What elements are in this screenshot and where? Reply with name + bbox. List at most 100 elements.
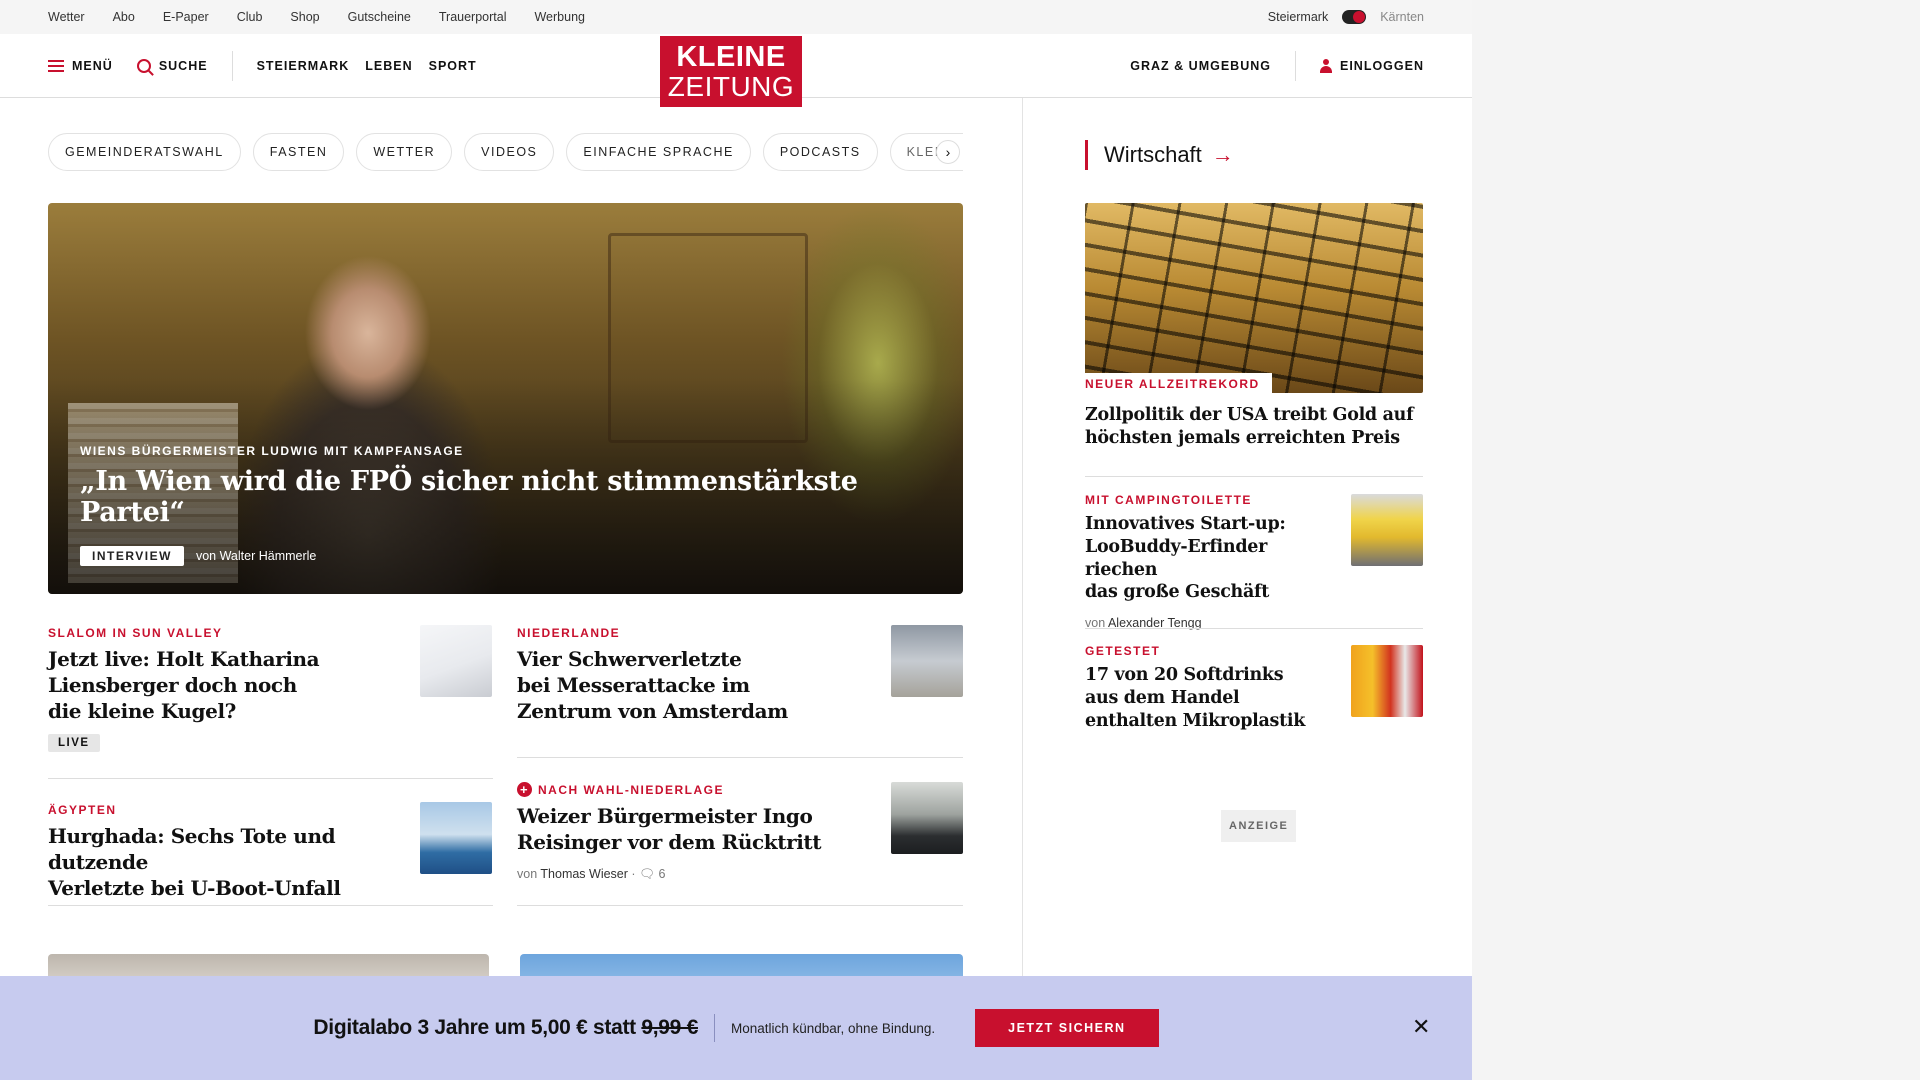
comment-icon[interactable]: 🗨 <box>639 867 655 881</box>
comment-count[interactable]: 6 <box>658 867 665 881</box>
link-shop[interactable]: Shop <box>290 10 319 24</box>
header-right: GRAZ & UMGEBUNG EINLOGGEN <box>1130 50 1424 81</box>
teaser-byline: von Thomas Wieser · 🗨 6 <box>517 867 887 882</box>
sidebar-thumbnail[interactable] <box>1351 494 1423 566</box>
subscribe-button[interactable]: JETZT SICHERN <box>975 1009 1159 1047</box>
site-logo[interactable]: KLEINE ZEITUNG <box>660 36 802 107</box>
section-heading-wirtschaft[interactable]: Wirtschaft → <box>1085 140 1234 170</box>
byline-prefix: von <box>517 867 538 881</box>
teaser-title[interactable]: Hurghada: Sechs Tote und dutzende Verlet… <box>48 823 418 901</box>
hero-meta: INTERVIEW von Walter Hämmerle <box>80 546 963 566</box>
hero-article[interactable]: WIENS BÜRGERMEISTER LUDWIG MIT KAMPFANSA… <box>48 203 963 594</box>
sidebar-title[interactable]: Innovatives Start-up: LooBuddy-Erfinder … <box>1085 513 1335 604</box>
link-abo[interactable]: Abo <box>113 10 135 24</box>
empty-viewport-area <box>1472 0 1920 1080</box>
gold-bars-image[interactable] <box>1085 203 1423 393</box>
teaser-thumbnail[interactable] <box>420 625 492 697</box>
teaser-title[interactable]: Jetzt live: Holt Katharina Liensberger d… <box>48 646 408 724</box>
link-trauerportal[interactable]: Trauerportal <box>439 10 507 24</box>
teaser-weiz[interactable]: + NACH WAHL-NIEDERLAGE Weizer Bürgermeis… <box>517 782 887 882</box>
teaser-title[interactable]: Vier Schwerverletzte bei Messerattacke i… <box>517 646 877 724</box>
region-toggle[interactable] <box>1342 10 1367 24</box>
teaser-title[interactable]: Weizer Bürgermeister Ingo Reisinger vor … <box>517 803 887 855</box>
sidebar-item-softdrinks[interactable]: GETESTET 17 von 20 Softdrinks aus dem Ha… <box>1085 644 1335 732</box>
teaser-separator <box>48 905 493 906</box>
byline-prefix: von <box>195 549 217 563</box>
title-line: Innovatives Start-up: <box>1085 514 1286 534</box>
title-line: Verletzte bei U-Boot-Unfall <box>48 876 341 900</box>
teaser-separator <box>48 778 493 779</box>
title-line: enthalten Mikroplastik <box>1085 710 1306 731</box>
chip-wetter[interactable]: WETTER <box>356 133 453 171</box>
chip-podcasts[interactable]: PODCASTS <box>762 133 878 171</box>
title-line: Reisinger vor dem Rücktritt <box>517 830 822 854</box>
menu-button[interactable]: MENÜ <box>48 59 113 73</box>
teaser-kicker-text: NACH WAHL-NIEDERLAGE <box>538 782 724 797</box>
search-button[interactable]: SUCHE <box>136 58 208 73</box>
title-line: Jetzt live: Holt Katharina <box>48 647 320 671</box>
teaser-kicker: NIEDERLANDE <box>517 626 621 640</box>
utility-bar: Wetter Abo E-Paper Club Shop Gutscheine … <box>0 0 1472 34</box>
sidebar-kicker: NEUER ALLZEITREKORD <box>1085 373 1272 393</box>
page: Wetter Abo E-Paper Club Shop Gutscheine … <box>0 0 1472 1080</box>
close-icon[interactable]: ✕ <box>1412 1016 1430 1038</box>
link-werbung[interactable]: Werbung <box>534 10 585 24</box>
teaser-kicker: SLALOM IN SUN VALLEY <box>48 626 223 640</box>
title-line: bei Messerattacke im <box>517 673 750 697</box>
byline-author[interactable]: Thomas Wieser <box>540 867 628 881</box>
logo-line1: KLEINE <box>676 40 786 73</box>
title-line: Weizer Bürgermeister Ingo <box>517 804 813 828</box>
link-club[interactable]: Club <box>237 10 263 24</box>
sidebar-kicker: GETESTET <box>1085 644 1161 658</box>
teaser-slalom[interactable]: SLALOM IN SUN VALLEY Jetzt live: Holt Ka… <box>48 626 408 752</box>
header-divider-right <box>1294 50 1296 81</box>
teaser-kicker: ÄGYPTEN <box>48 803 117 817</box>
sidebar-kicker: MIT CAMPINGTOILETTE <box>1085 493 1252 507</box>
region-kaernten[interactable]: Kärnten <box>1380 10 1424 24</box>
link-wetter[interactable]: Wetter <box>48 10 85 24</box>
sidebar-title[interactable]: 17 von 20 Softdrinks aus dem Handel enth… <box>1085 664 1335 732</box>
menu-label: MENÜ <box>72 58 113 73</box>
hero-title[interactable]: „In Wien wird die FPÖ sicher nicht stimm… <box>80 466 963 528</box>
link-epaper[interactable]: E-Paper <box>163 10 209 24</box>
teaser-separator <box>517 757 963 758</box>
title-line: Zollpolitik der USA treibt Gold auf <box>1085 405 1414 425</box>
sidebar-title[interactable]: Zollpolitik der USA treibt Gold auf höch… <box>1085 404 1423 450</box>
teaser-separator <box>517 905 963 906</box>
sidebar-item-loobuddy[interactable]: MIT CAMPINGTOILETTE Innovatives Start-up… <box>1085 493 1335 630</box>
topic-chips: GEMEINDERATSWAHL FASTEN WETTER VIDEOS EI… <box>48 132 963 172</box>
sidebar-separator <box>1085 476 1423 477</box>
login-label: EINLOGGEN <box>1339 58 1424 73</box>
login-button[interactable]: EINLOGGEN <box>1319 58 1424 73</box>
title-line: höchsten jemals erreichten Preis <box>1085 427 1400 448</box>
title-line: Zentrum von Amsterdam <box>517 699 788 723</box>
title-line: die kleine Kugel? <box>48 699 236 723</box>
nav-sport[interactable]: SPORT <box>429 59 477 73</box>
region-link[interactable]: GRAZ & UMGEBUNG <box>1130 59 1271 73</box>
chip-gemeinderatswahl[interactable]: GEMEINDERATSWAHL <box>48 133 241 171</box>
nav-leben[interactable]: LEBEN <box>365 59 412 73</box>
sidebar-thumbnail[interactable] <box>1351 645 1423 717</box>
teaser-thumbnail[interactable] <box>891 625 963 697</box>
title-line: 17 von 20 Softdrinks <box>1085 665 1284 685</box>
live-badge: LIVE <box>48 734 100 752</box>
chip-fasten[interactable]: FASTEN <box>252 133 345 171</box>
link-gutscheine[interactable]: Gutscheine <box>348 10 411 24</box>
region-steiermark[interactable]: Steiermark <box>1268 10 1328 24</box>
banner-divider <box>713 1014 715 1042</box>
teaser-thumbnail[interactable] <box>891 782 963 854</box>
title-line: Vier Schwerverletzte <box>517 647 742 671</box>
teaser-hurghada[interactable]: ÄGYPTEN Hurghada: Sechs Tote und dutzend… <box>48 803 418 901</box>
offer-text: Digitalabo 3 Jahre um 5,00 € statt 9,99 … <box>313 1016 698 1040</box>
arrow-right-icon: → <box>1211 142 1234 167</box>
nav-steiermark[interactable]: STEIERMARK <box>257 59 350 73</box>
chevron-right-icon[interactable]: › <box>936 140 960 164</box>
search-label: SUCHE <box>158 58 208 73</box>
chip-einfache-sprache[interactable]: EINFACHE SPRACHE <box>566 133 751 171</box>
hero-byline: von Walter Hämmerle <box>196 549 316 563</box>
teaser-thumbnail[interactable] <box>420 802 492 874</box>
title-line: das große Geschäft <box>1085 582 1270 603</box>
teaser-amsterdam[interactable]: NIEDERLANDE Vier Schwerverletzte bei Mes… <box>517 626 877 724</box>
title-line: aus dem Handel <box>1085 687 1240 708</box>
chip-videos[interactable]: VIDEOS <box>464 133 555 171</box>
